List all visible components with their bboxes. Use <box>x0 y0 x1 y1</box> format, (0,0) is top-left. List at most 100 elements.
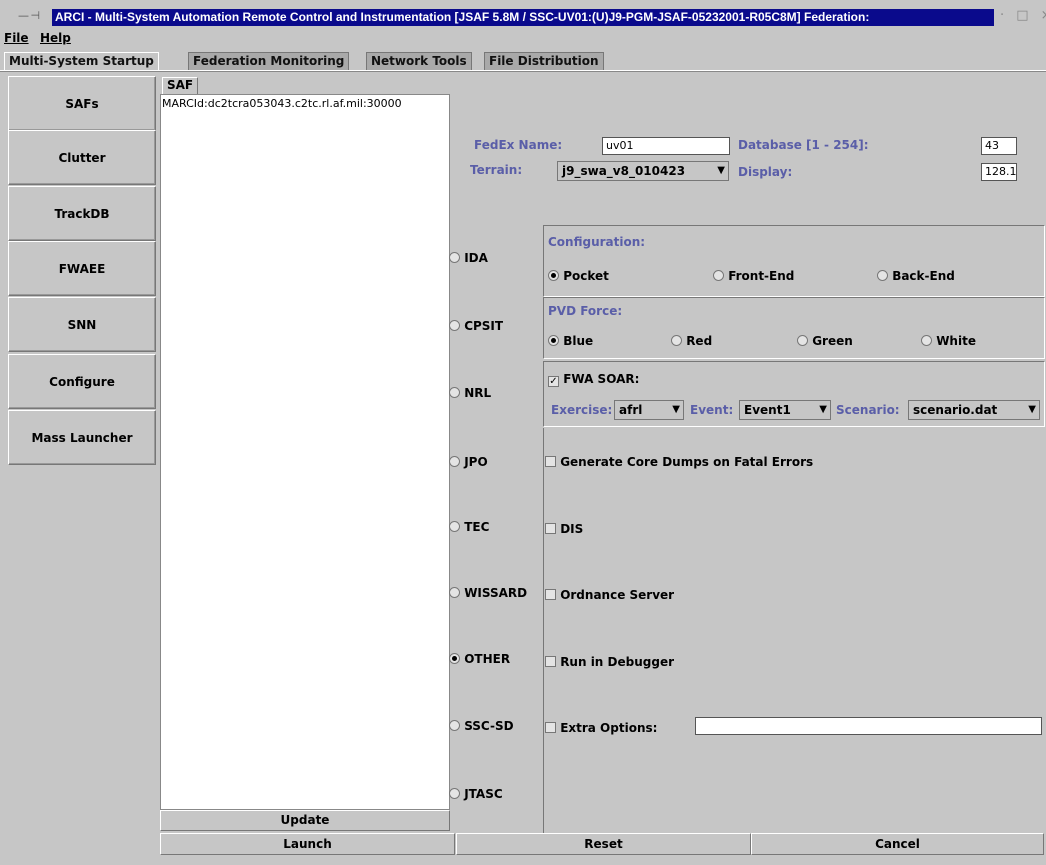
event-label: Event: <box>690 403 734 417</box>
terrain-label: Terrain: <box>470 163 523 177</box>
menu-file-label: File <box>4 31 29 45</box>
exercise-value: afrl <box>619 403 643 417</box>
system-label: CPSIT <box>464 319 504 333</box>
system-radio-tec[interactable]: TEC <box>449 520 489 534</box>
chevron-down-icon: ▼ <box>672 404 680 415</box>
extra-options-field[interactable] <box>695 717 1042 735</box>
pvd-radio-white[interactable]: White <box>921 334 976 348</box>
system-radio-other[interactable]: OTHER <box>449 652 510 666</box>
config-label: Back-End <box>892 269 955 283</box>
nav-safs-button[interactable]: SAFs <box>8 76 156 131</box>
scenario-value: scenario.dat <box>913 403 998 417</box>
database-field[interactable]: 43 <box>981 137 1017 155</box>
core-dumps-label: Generate Core Dumps on Fatal Errors <box>560 455 814 469</box>
system-radio-jpo[interactable]: JPO <box>449 455 488 469</box>
pvd-radio-green[interactable]: Green <box>797 334 853 348</box>
nav-snn-button[interactable]: SNN <box>8 297 156 352</box>
event-select[interactable]: Event1 ▼ <box>739 400 831 420</box>
checkbox-icon <box>545 456 556 467</box>
system-radio-ida[interactable]: IDA <box>449 251 488 265</box>
exercise-label: Exercise: <box>551 403 613 417</box>
saf-list[interactable] <box>160 94 450 810</box>
debugger-label: Run in Debugger <box>560 655 674 669</box>
menu-help[interactable]: Help <box>40 31 71 45</box>
list-item[interactable]: MARCId:dc2tcra053043.c2tc.rl.af.mil:3000… <box>162 97 402 110</box>
nav-clutter-button[interactable]: Clutter <box>8 130 156 185</box>
ordnance-server-label: Ordnance Server <box>560 588 675 602</box>
window-menu-icon[interactable]: — ⊣ <box>18 9 40 22</box>
system-label: WISSARD <box>464 586 528 600</box>
pvd-force-label: PVD Force: <box>548 304 623 318</box>
config-radio-back-end[interactable]: Back-End <box>877 269 955 283</box>
run-in-debugger-checkbox[interactable]: Run in Debugger <box>545 655 674 669</box>
dis-label: DIS <box>560 522 584 536</box>
database-label: Database [1 - 254]: <box>738 138 869 152</box>
tab-multi-system-startup[interactable]: Multi-System Startup <box>4 52 159 70</box>
exercise-select[interactable]: afrl ▼ <box>614 400 684 420</box>
reset-button[interactable]: Reset <box>456 833 751 855</box>
config-label: Pocket <box>563 269 609 283</box>
radio-icon <box>671 335 682 346</box>
update-button[interactable]: Update <box>160 810 450 831</box>
pvd-radio-blue[interactable]: Blue <box>548 334 593 348</box>
extra-options-checkbox[interactable]: Extra Options: <box>545 721 657 735</box>
tab-file-distribution[interactable]: File Distribution <box>484 52 604 70</box>
radio-icon <box>797 335 808 346</box>
scenario-select[interactable]: scenario.dat ▼ <box>908 400 1040 420</box>
nav-trackdb-button[interactable]: TrackDB <box>8 186 156 241</box>
system-label: SSC-SD <box>464 719 514 733</box>
radio-icon <box>449 788 460 799</box>
window-controls-icon[interactable]: · □ × <box>1000 8 1046 23</box>
pvd-label: White <box>936 334 976 348</box>
radio-selected-icon <box>449 653 460 664</box>
radio-icon <box>449 252 460 263</box>
checkbox-icon <box>545 523 556 534</box>
system-label: TEC <box>464 520 490 534</box>
system-radio-jtasc[interactable]: JTASC <box>449 787 503 801</box>
nav-configure-button[interactable]: Configure <box>8 354 156 409</box>
window-title: ARCI - Multi-System Automation Remote Co… <box>52 9 994 26</box>
config-radio-pocket[interactable]: Pocket <box>548 269 609 283</box>
system-radio-ssc-sd[interactable]: SSC-SD <box>449 719 514 733</box>
menu-file[interactable]: File <box>4 31 29 45</box>
radio-icon <box>449 387 460 398</box>
ordnance-server-checkbox[interactable]: Ordnance Server <box>545 588 674 602</box>
main-tabs: Multi-System Startup Federation Monitori… <box>4 52 1044 70</box>
chevron-down-icon: ▼ <box>1028 404 1036 415</box>
checkmark-icon: ✓ <box>548 376 559 387</box>
configuration-label: Configuration: <box>548 235 646 249</box>
tab-divider <box>0 70 1046 72</box>
system-radio-wissard[interactable]: WISSARD <box>449 586 527 600</box>
system-radio-cpsit[interactable]: CPSIT <box>449 319 503 333</box>
display-field[interactable]: 128.132. <box>981 163 1017 181</box>
radio-icon <box>449 456 460 467</box>
core-dumps-checkbox[interactable]: Generate Core Dumps on Fatal Errors <box>545 455 813 469</box>
cancel-button[interactable]: Cancel <box>751 833 1044 855</box>
tab-federation-monitoring[interactable]: Federation Monitoring <box>188 52 350 70</box>
config-radio-front-end[interactable]: Front-End <box>713 269 794 283</box>
chevron-down-icon: ▼ <box>819 404 827 415</box>
scenario-label: Scenario: <box>836 403 900 417</box>
radio-icon <box>449 720 460 731</box>
terrain-value: j9_swa_v8_010423 <box>562 164 686 178</box>
tab-network-tools[interactable]: Network Tools <box>366 52 472 70</box>
chevron-down-icon: ▼ <box>717 165 725 176</box>
fwa-soar-label: FWA SOAR: <box>563 372 640 386</box>
launch-button[interactable]: Launch <box>160 833 455 855</box>
radio-icon <box>713 270 724 281</box>
fwa-soar-checkbox[interactable]: ✓ FWA SOAR: <box>548 372 639 387</box>
nav-mass-launcher-button[interactable]: Mass Launcher <box>8 410 156 465</box>
nav-fwaee-button[interactable]: FWAEE <box>8 241 156 296</box>
system-radio-nrl[interactable]: NRL <box>449 386 491 400</box>
radio-icon <box>877 270 888 281</box>
fedex-name-field[interactable]: uv01 <box>602 137 730 155</box>
terrain-select[interactable]: j9_swa_v8_010423 ▼ <box>557 161 729 181</box>
pvd-label: Blue <box>563 334 594 348</box>
system-label: NRL <box>464 386 492 400</box>
pvd-radio-red[interactable]: Red <box>671 334 712 348</box>
saf-subtab[interactable]: SAF <box>162 77 199 94</box>
checkbox-icon <box>545 656 556 667</box>
options-area <box>543 428 1045 834</box>
dis-checkbox[interactable]: DIS <box>545 522 583 536</box>
system-label: IDA <box>464 251 488 265</box>
